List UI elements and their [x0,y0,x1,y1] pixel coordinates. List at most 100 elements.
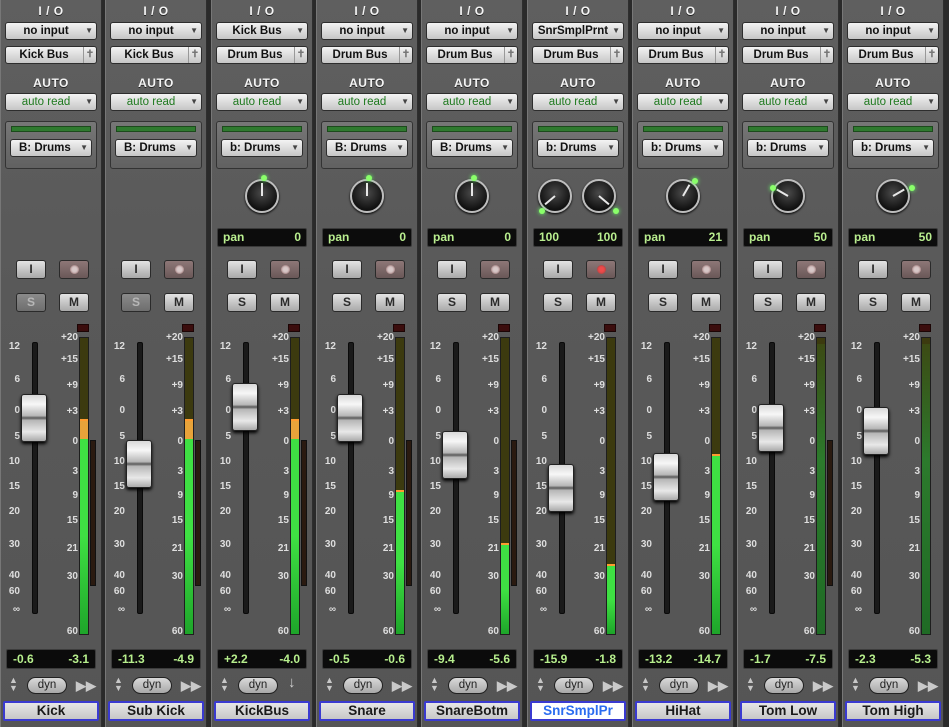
output-selector[interactable]: Drum Bus ✝ [216,46,308,64]
input-mode-button[interactable]: dyn [343,677,383,694]
solo-button[interactable]: S [437,293,467,312]
input-monitor-button[interactable]: I [753,260,783,279]
track-name[interactable]: Snare [319,701,415,721]
send-selector[interactable]: B: Drums ▼ [115,139,197,157]
automation-mode-selector[interactable]: auto read ▼ [742,93,834,111]
record-enable-button[interactable] [270,260,300,279]
input-mode-button[interactable]: dyn [27,677,67,694]
volume-fader[interactable] [232,382,258,431]
mute-button[interactable]: M [901,293,931,312]
rewind-icon[interactable]: ▶▶ [497,678,517,694]
solo-button[interactable]: S [227,293,257,312]
output-selector[interactable]: Drum Bus ✝ [532,46,624,64]
input-mode-button[interactable]: dyn [764,677,804,694]
volume-fader[interactable] [863,407,889,456]
solo-button[interactable]: S [16,293,46,312]
output-selector[interactable]: Drum Bus ✝ [742,46,834,64]
rewind-icon[interactable]: ▶▶ [76,678,96,694]
automation-mode-selector[interactable]: auto read ▼ [321,93,413,111]
rewind-icon[interactable]: ▶▶ [918,678,938,694]
rewind-icon[interactable]: ▶▶ [813,678,833,694]
input-selector[interactable]: no input ▼ [426,22,518,40]
solo-button[interactable]: S [121,293,151,312]
record-enable-button[interactable] [59,260,89,279]
volume-fader[interactable] [653,453,679,501]
pan-knob[interactable] [245,175,279,213]
output-selector[interactable]: Drum Bus ✝ [847,46,939,64]
input-selector[interactable]: no input ▼ [847,22,939,40]
track-name[interactable]: HiHat [635,701,731,721]
rewind-icon[interactable]: ▶▶ [392,678,412,694]
rewind-icon[interactable]: ▶▶ [603,678,623,694]
track-name[interactable]: KickBus [214,701,310,721]
input-monitor-button[interactable]: I [16,260,46,279]
record-enable-button[interactable] [691,260,721,279]
input-mode-button[interactable]: dyn [554,677,594,694]
automation-mode-selector[interactable]: auto read ▼ [532,93,624,111]
automation-mode-selector[interactable]: auto read ▼ [5,93,97,111]
up-down-icon[interactable]: ▲ ▼ [220,676,229,693]
automation-mode-selector[interactable]: auto read ▼ [637,93,729,111]
automation-mode-selector[interactable]: auto read ▼ [426,93,518,111]
input-monitor-button[interactable]: I [648,260,678,279]
input-mode-button[interactable]: dyn [869,677,909,694]
send-selector[interactable]: b: Drums ▼ [221,139,303,157]
pan-knob[interactable] [350,175,384,213]
rewind-icon[interactable]: ▶▶ [181,678,201,694]
volume-fader[interactable] [126,439,152,488]
output-selector[interactable]: Kick Bus ✝ [110,46,202,64]
mute-button[interactable]: M [691,293,721,312]
record-enable-button[interactable] [480,260,510,279]
send-selector[interactable]: B: Drums ▼ [326,139,408,157]
output-selector[interactable]: Drum Bus ✝ [426,46,518,64]
volume-fader[interactable] [442,431,468,480]
up-down-icon[interactable]: ▲ ▼ [746,676,755,693]
output-selector[interactable]: Drum Bus ✝ [637,46,729,64]
rewind-icon[interactable]: ▶▶ [708,678,728,694]
volume-fader[interactable] [337,393,363,442]
pan-right-knob[interactable] [582,179,620,214]
input-selector[interactable]: no input ▼ [110,22,202,40]
up-down-icon[interactable]: ▲ ▼ [641,676,650,693]
solo-button[interactable]: S [648,293,678,312]
track-name[interactable]: SnrSmplPr [530,701,626,721]
send-selector[interactable]: B: Drums ▼ [431,139,513,157]
record-enable-button[interactable] [375,260,405,279]
solo-button[interactable]: S [543,293,573,312]
mute-button[interactable]: M [480,293,510,312]
mute-button[interactable]: M [270,293,300,312]
send-selector[interactable]: b: Drums ▼ [747,139,829,157]
input-monitor-button[interactable]: I [332,260,362,279]
output-selector[interactable]: Drum Bus ✝ [321,46,413,64]
input-monitor-button[interactable]: I [543,260,573,279]
pan-knob[interactable] [666,177,700,213]
input-monitor-button[interactable]: I [121,260,151,279]
track-name[interactable]: Tom High [845,701,941,721]
input-selector[interactable]: Kick Bus ▼ [216,22,308,40]
up-down-icon[interactable]: ▲ ▼ [430,676,439,693]
track-name[interactable]: SnareBotm [424,701,520,721]
input-selector[interactable]: SnrSmplPrnt ▼ [532,22,624,40]
pan-knob[interactable] [455,175,489,213]
input-monitor-button[interactable]: I [437,260,467,279]
send-selector[interactable]: B: Drums ▼ [10,139,92,157]
up-down-icon[interactable]: ▲ ▼ [851,676,860,693]
record-enable-button[interactable] [164,260,194,279]
send-selector[interactable]: b: Drums ▼ [642,139,724,157]
track-name[interactable]: Kick [3,701,99,721]
solo-button[interactable]: S [332,293,362,312]
volume-fader[interactable] [758,404,784,453]
input-selector[interactable]: no input ▼ [5,22,97,40]
down-arrow-icon[interactable]: ↓ [288,674,296,691]
mute-button[interactable]: M [59,293,89,312]
mute-button[interactable]: M [586,293,616,312]
send-selector[interactable]: b: Drums ▼ [537,139,619,157]
pan-left-knob[interactable] [538,179,572,214]
mute-button[interactable]: M [164,293,194,312]
input-mode-button[interactable]: dyn [238,677,278,694]
pan-knob[interactable] [769,179,805,213]
solo-button[interactable]: S [858,293,888,312]
volume-fader[interactable] [548,463,574,512]
up-down-icon[interactable]: ▲ ▼ [114,676,123,693]
solo-button[interactable]: S [753,293,783,312]
